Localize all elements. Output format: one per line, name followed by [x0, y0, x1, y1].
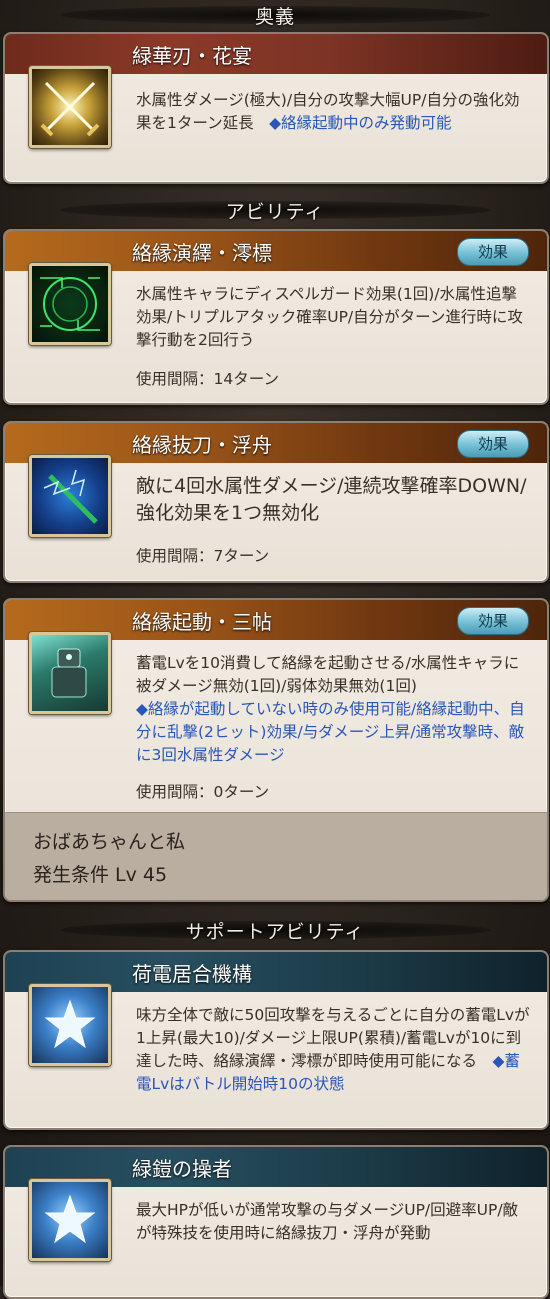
ability-card-2[interactable]: 絡縁抜刀・浮舟 効果 敵に4回水属性ダメージ/連続攻撃確率DOWN/強化効果を1…: [3, 421, 549, 583]
section-title-ougi: 奥義: [254, 5, 295, 28]
ability-title-3: 絡縁起動・三帖: [132, 610, 272, 634]
effect-button-3[interactable]: 効果: [457, 607, 529, 635]
ougi-card[interactable]: 緑華刃・花宴 水属性ダメージ(極大)/自分の攻撃大幅UP/自分の強化効果を1ター…: [3, 32, 549, 184]
section-title-support: サポートアビリティ: [185, 920, 365, 943]
ability-description-3: 蓄電Lvを10消費して絡縁を起動させる/水属性キャラに被ダメージ無効(1回)/弱…: [136, 654, 525, 764]
lightning-sword-icon: [29, 455, 111, 537]
skill-list-page: 奥義 緑華刃・花宴 水属性ダメージ(極大)/自分の攻撃大幅UP/自分の強化効果を…: [0, 0, 550, 1299]
ougi-description: 水属性ダメージ(極大)/自分の攻撃大幅UP/自分の強化効果を1ターン延長 ◆絡縁…: [136, 91, 520, 132]
star-icon: [29, 1179, 111, 1261]
ability-description-2: 敵に4回水属性ダメージ/連続攻撃確率DOWN/強化効果を1つ無効化: [136, 475, 527, 524]
effect-button-2[interactable]: 効果: [457, 430, 529, 458]
ability-interval-3: 使用間隔：0ターン: [136, 783, 270, 801]
crossed-swords-icon: [29, 66, 111, 148]
section-title-ability: アビリティ: [225, 200, 325, 223]
green-circuit-icon: [29, 263, 111, 345]
ability-title-1: 絡縁演繹・澪標: [132, 241, 272, 265]
section-header-ougi: 奥義: [0, 0, 550, 32]
ability-footer: おばあちゃんと私 発生条件 Lv 45: [5, 812, 547, 900]
support-title-2: 緑鎧の操者: [132, 1157, 232, 1181]
ability-interval-2: 使用間隔：7ターン: [136, 547, 270, 565]
footer-condition: 発生条件 Lv 45: [33, 864, 168, 886]
support-description-1: 味方全体で敵に50回攻撃を与えるごとに自分の蓄電Lvが1上昇(最大10)/ダメー…: [136, 1006, 530, 1093]
ability-description-1: 水属性キャラにディスペルガード効果(1回)/水属性追撃効果/トリプルアタック確率…: [136, 285, 523, 349]
mech-armor-icon: [29, 632, 111, 714]
support-card-2[interactable]: 緑鎧の操者 最大HPが低いが通常攻撃の与ダメージUP/回避率UP/敵が特殊技を使…: [3, 1145, 549, 1299]
ougi-title: 緑華刃・花宴: [132, 44, 252, 68]
star-icon: [29, 984, 111, 1066]
footer-name: おばあちゃんと私: [33, 831, 186, 853]
effect-button-1[interactable]: 効果: [457, 238, 529, 266]
ability-card-1[interactable]: 絡縁演繹・澪標 効果 水属性キャラにディスペルガード効果(1回)/水属性追撃効果…: [3, 229, 549, 405]
section-header-support: サポートアビリティ: [0, 913, 550, 947]
ability-card-3[interactable]: 絡縁起動・三帖 効果 蓄電Lvを10消費して絡縁を起動させる/水属性キャラに被ダ…: [3, 598, 549, 902]
section-header-ability: アビリティ: [0, 193, 550, 227]
support-description-2: 最大HPが低いが通常攻撃の与ダメージUP/回避率UP/敵が特殊技を使用時に絡縁抜…: [136, 1201, 519, 1242]
support-card-1[interactable]: 荷電居合機構 味方全体で敵に50回攻撃を与えるごとに自分の蓄電Lvが1上昇(最大…: [3, 950, 549, 1130]
support-title-1: 荷電居合機構: [132, 962, 252, 986]
ability-title-2: 絡縁抜刀・浮舟: [132, 433, 272, 457]
ability-interval-1: 使用間隔：14ターン: [136, 370, 279, 388]
